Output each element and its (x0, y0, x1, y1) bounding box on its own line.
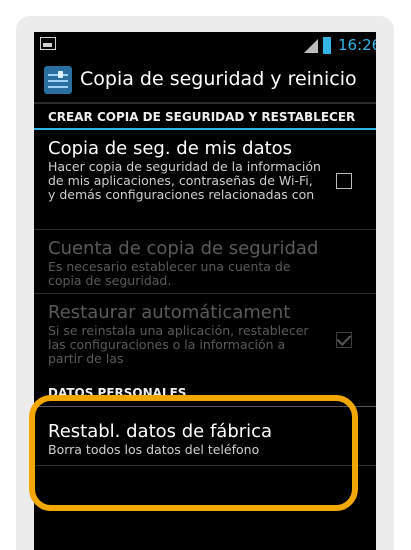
highlight-annotation (29, 395, 358, 511)
battery-icon (323, 37, 331, 54)
backup-my-data-item[interactable]: Copia de seg. de mis datos Hacer copia d… (34, 130, 376, 230)
action-bar: Copia de seguridad y reinicio (34, 58, 376, 104)
auto-restore-summary: Si se reinstala una aplicación, restable… (48, 323, 309, 366)
backup-account-item: Cuenta de copia de seguridad Es necesari… (34, 230, 376, 294)
page-title: Copia de seguridad y reinicio (80, 68, 357, 90)
backup-my-data-summary: Hacer copia de seguridad de la informaci… (48, 159, 321, 202)
auto-restore-checkbox (336, 332, 352, 348)
clock: 16:26 (338, 36, 376, 54)
image-notification-icon (40, 37, 56, 50)
status-bar: 16:26 (34, 32, 376, 58)
backup-my-data-checkbox[interactable] (336, 173, 352, 189)
auto-restore-item: Restaurar automáticament Si se reinstala… (34, 294, 376, 376)
backup-my-data-title: Copia de seg. de mis datos (48, 138, 293, 159)
backup-account-summary: Es necesario establecer una cuenta de co… (48, 259, 291, 288)
backup-account-title: Cuenta de copia de seguridad (48, 238, 319, 259)
section-header-backup: CREAR COPIA DE SEGURIDAD Y RESTABLECER (34, 104, 376, 130)
auto-restore-title: Restaurar automáticament (48, 302, 291, 323)
signal-icon (304, 39, 318, 53)
settings-sliders-icon[interactable] (44, 66, 72, 94)
